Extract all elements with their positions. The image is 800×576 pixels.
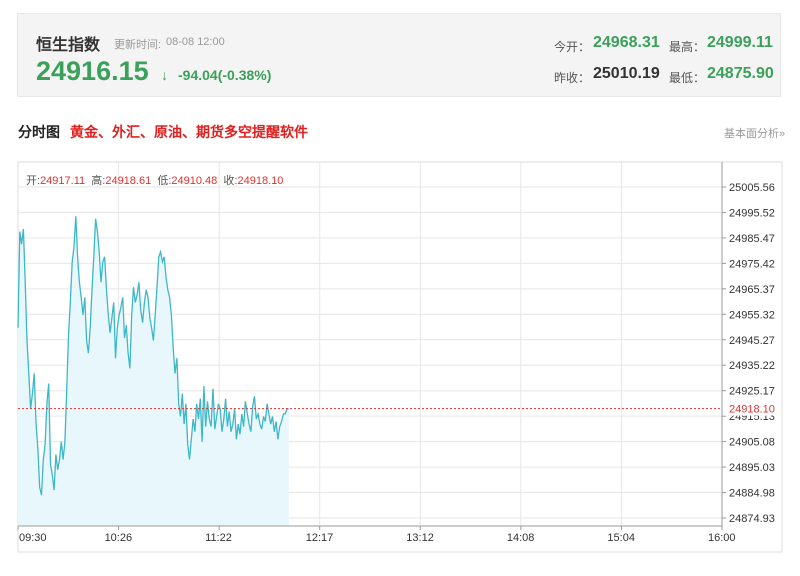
prev-close-label: 昨收： <box>554 71 591 85</box>
y-tick-label: 24995.52 <box>729 207 775 219</box>
y-tick-label: 24975.42 <box>729 258 775 270</box>
update-time-label: 更新时间: <box>114 39 162 51</box>
price-change: -94.04(-0.38%) <box>178 67 272 83</box>
ohlc-close-value: 24918.10 <box>237 175 284 187</box>
ohlc-low-value: 24910.48 <box>171 175 218 187</box>
quote-header: 恒生指数 更新时间: 08-08 12:00 24916.15 ↓ -94.04… <box>17 13 781 97</box>
ohlc-close-label: 收: <box>223 175 238 187</box>
open-label: 今开： <box>554 40 591 54</box>
y-tick-label: 24925.17 <box>729 386 775 398</box>
x-tick-label: 15:04 <box>607 532 635 544</box>
current-price: 24916.15 <box>36 56 149 86</box>
chart-area-layer <box>17 216 722 527</box>
x-tick-label: 16:00 <box>708 532 736 544</box>
y-tick-label: 25005.56 <box>729 182 775 194</box>
down-arrow-icon: ↓ <box>161 67 168 83</box>
y-tick-label: 24965.37 <box>729 284 775 296</box>
x-tick-label: 13:12 <box>406 532 434 544</box>
ohlc-low-label: 低: <box>157 175 172 187</box>
ohlc-high-value: 24918.61 <box>105 175 152 187</box>
open-value: 24968.31 <box>593 34 660 51</box>
ohlc-open-label: 开: <box>26 175 41 187</box>
x-tick-label: 11:22 <box>205 532 232 544</box>
low-value: 24875.90 <box>707 65 774 82</box>
high-label: 最高： <box>669 40 706 54</box>
high-value: 24999.11 <box>707 34 773 51</box>
y-tick-label: 24905.08 <box>729 437 775 449</box>
update-time-value: 08-08 12:00 <box>166 36 225 48</box>
index-name: 恒生指数 <box>36 37 101 54</box>
y-tick-label: 24874.93 <box>729 513 775 525</box>
ohlc-open-value: 24917.11 <box>40 175 86 187</box>
x-tick-label: 14:08 <box>507 532 535 544</box>
current-price-label: 24918.10 <box>729 404 775 416</box>
y-tick-label: 24884.98 <box>729 488 775 500</box>
ohlc-readout: 开:24917.11 高:24918.61 低:24910.48 收:24918… <box>26 172 283 188</box>
prev-close-value: 25010.19 <box>593 65 660 82</box>
y-tick-label: 24895.03 <box>729 462 775 474</box>
x-tick-label: 10:26 <box>105 532 133 544</box>
x-tick-label: 09:30 <box>19 532 47 544</box>
y-tick-label: 24985.47 <box>729 233 775 245</box>
y-tick-label: 24935.22 <box>729 360 775 372</box>
price-area-fill <box>18 216 289 527</box>
low-label: 最低： <box>669 71 706 85</box>
ohlc-high-label: 高: <box>91 175 106 187</box>
x-tick-label: 12:17 <box>306 532 334 544</box>
promo-link[interactable]: 黄金、外汇、原油、期货多空提醒软件 <box>70 122 308 142</box>
fundamental-analysis-link[interactable]: 基本面分析» <box>724 125 785 141</box>
section-title: 分时图 <box>18 124 60 140</box>
y-tick-label: 24955.32 <box>729 309 775 321</box>
y-tick-label: 24945.27 <box>729 335 775 347</box>
